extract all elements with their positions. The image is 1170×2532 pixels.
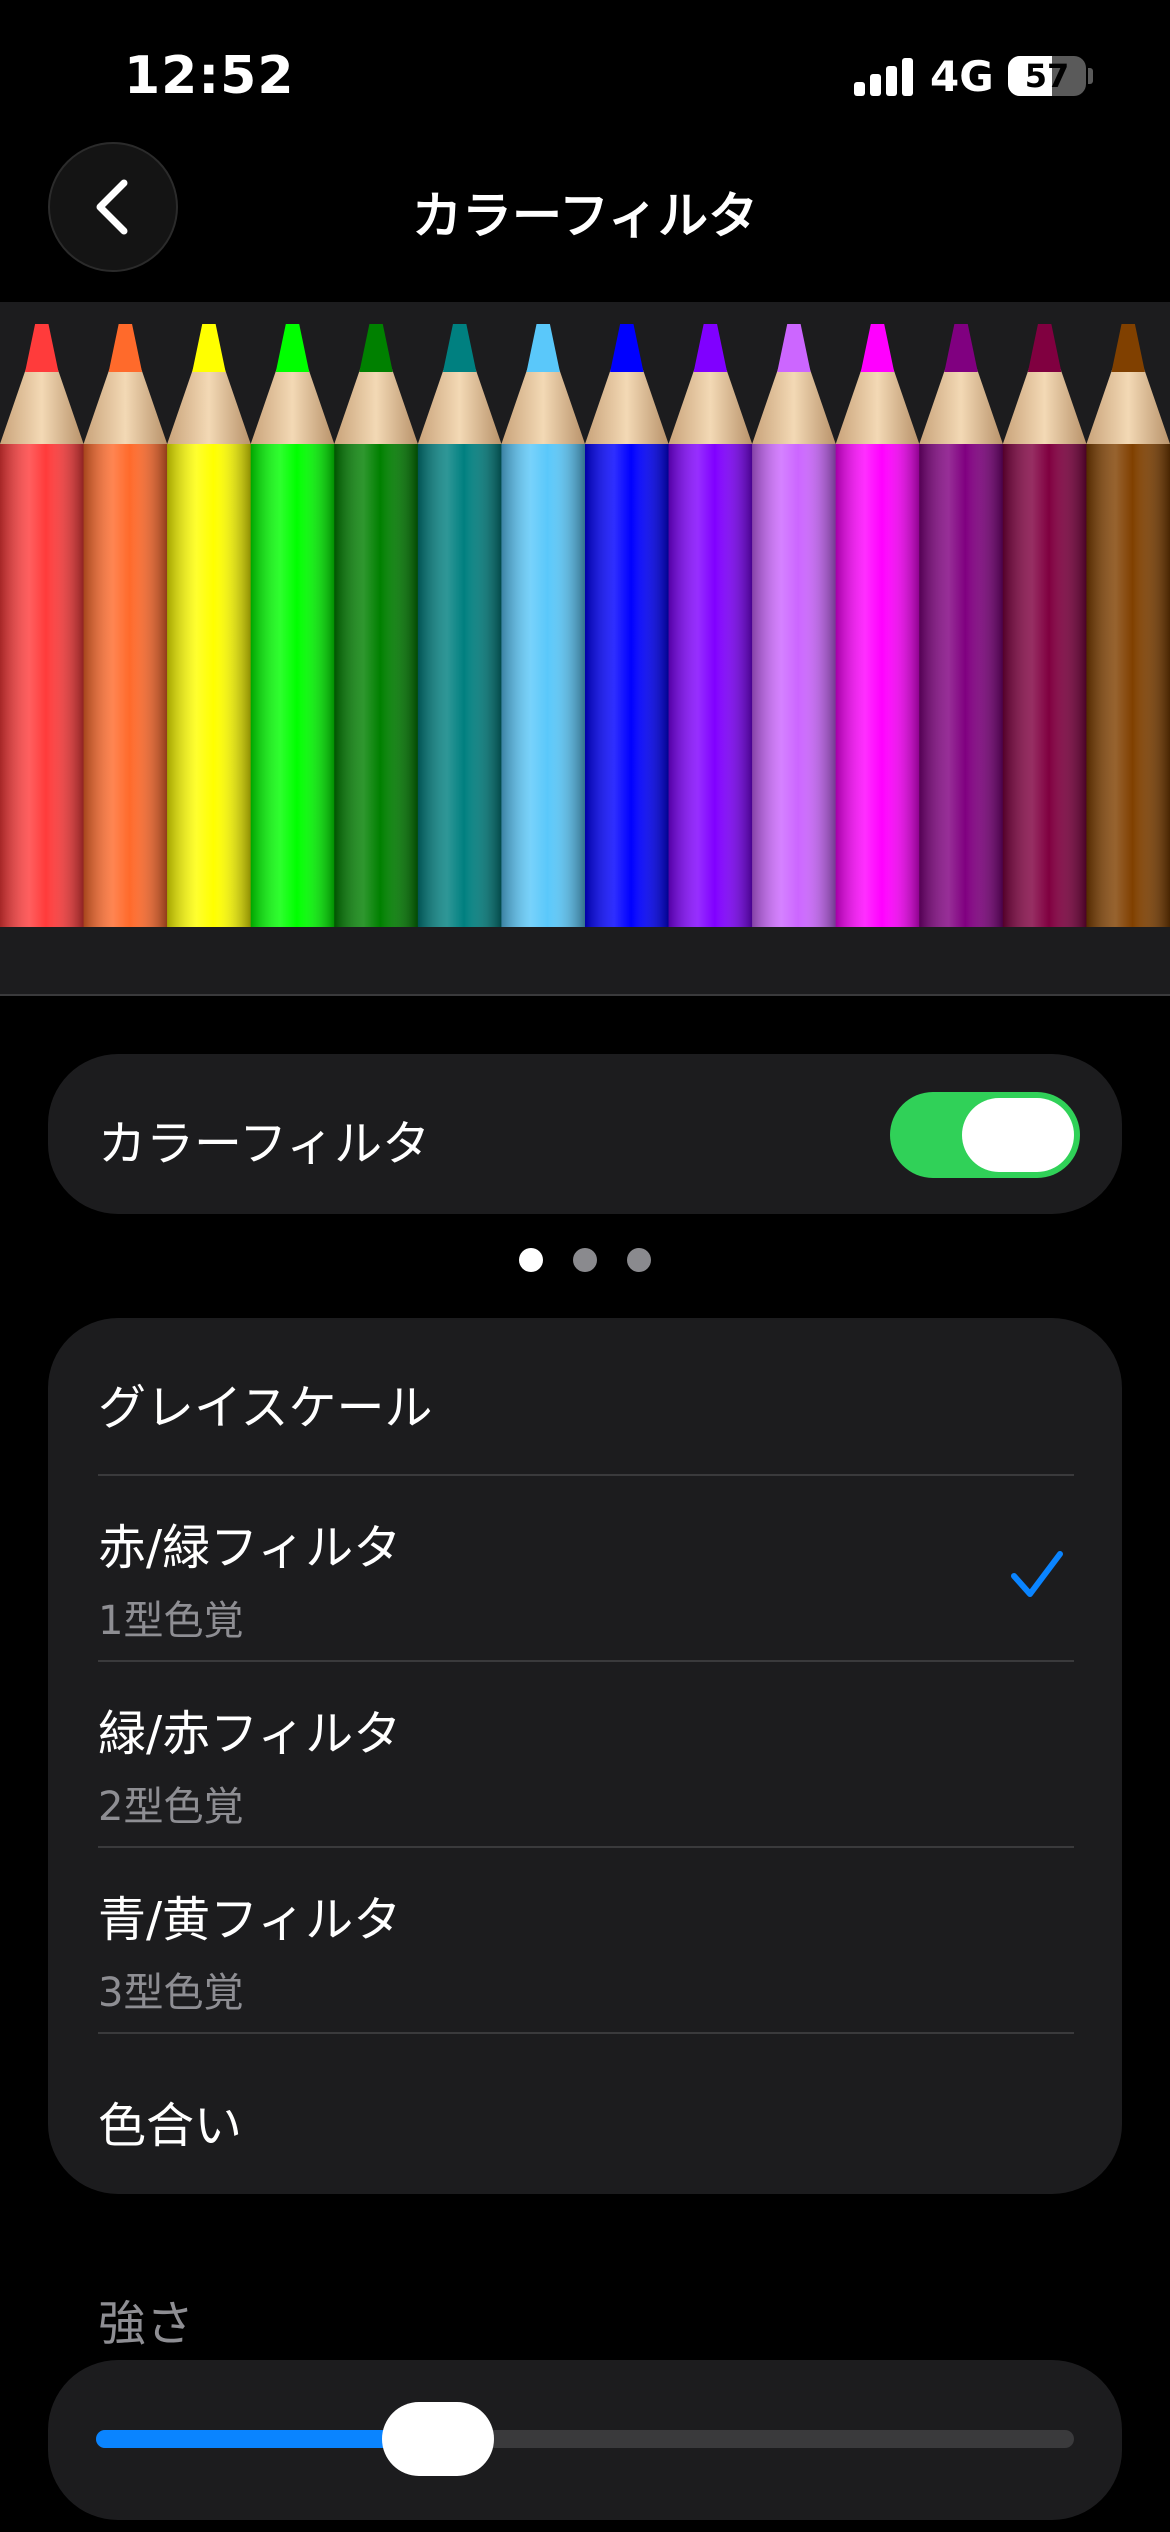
status-time: 12:52 — [124, 46, 295, 106]
filter-option-subtitle: 2型色覚 — [98, 1784, 244, 1830]
pencil — [1086, 324, 1170, 927]
switch-knob — [962, 1098, 1074, 1172]
pencil — [250, 324, 335, 927]
pencil — [167, 324, 252, 927]
filter-option-title: 緑/赤フィルタ — [98, 1706, 402, 1762]
page-title: カラーフィルタ — [412, 187, 758, 245]
divider — [0, 994, 1170, 996]
filter-options-list: グレイスケール 赤/緑フィルタ 1型色覚 緑/赤フィルタ 2型色覚 青/黄フィル… — [48, 1318, 1122, 2194]
filter-option-color-tint[interactable]: 色合い — [98, 2086, 1072, 2156]
status-bar: 12:52 4G 57 — [0, 0, 1170, 150]
pencil — [83, 324, 168, 927]
separator — [98, 1474, 1074, 1476]
filter-option-subtitle: 1型色覚 — [98, 1598, 244, 1644]
color-pencils-banner[interactable] — [0, 302, 1170, 1272]
pencil — [585, 324, 670, 927]
page-dot[interactable] — [519, 1248, 543, 1272]
separator — [98, 1846, 1074, 1848]
pencil — [417, 324, 502, 927]
separator — [98, 1660, 1074, 1662]
pencil — [0, 324, 85, 927]
page-dot[interactable] — [573, 1248, 597, 1272]
filter-option-green-red[interactable]: 緑/赤フィルタ 2型色覚 — [98, 1694, 1072, 1832]
intensity-slider-row — [48, 2360, 1122, 2520]
pencil — [1002, 324, 1087, 927]
checkmark-icon — [1011, 1551, 1063, 1597]
battery-tip — [1088, 68, 1093, 84]
color-filter-toggle-row: カラーフィルタ — [48, 1054, 1122, 1214]
intensity-section-label: 強さ — [98, 2296, 195, 2352]
pencil — [752, 324, 837, 927]
pencil — [501, 324, 586, 927]
separator — [98, 2032, 1074, 2034]
battery-icon: 57 — [1008, 56, 1086, 96]
filter-option-grayscale[interactable]: グレイスケール — [98, 1368, 1072, 1438]
pencil — [334, 324, 419, 927]
filter-option-subtitle: 3型色覚 — [98, 1970, 244, 2016]
network-type: 4G — [930, 52, 994, 101]
intensity-slider-thumb[interactable] — [382, 2402, 495, 2476]
color-filter-toggle-label: カラーフィルタ — [98, 1116, 431, 1172]
filter-option-title: 赤/緑フィルタ — [98, 1520, 402, 1576]
filter-option-title: 青/黄フィルタ — [98, 1892, 402, 1948]
color-filter-switch[interactable] — [890, 1092, 1080, 1178]
filter-option-title: グレイスケール — [98, 1380, 433, 1436]
pencil — [835, 324, 920, 927]
intensity-slider-track[interactable] — [96, 2430, 1074, 2448]
filter-option-blue-yellow[interactable]: 青/黄フィルタ 3型色覚 — [98, 1880, 1072, 2018]
color-pencils-image — [0, 324, 1170, 927]
battery-percent: 57 — [1024, 57, 1070, 95]
page-indicator[interactable] — [0, 1248, 1170, 1272]
page-dot[interactable] — [627, 1248, 651, 1272]
pencil — [668, 324, 753, 927]
cellular-signal-icon — [854, 56, 914, 96]
pencil — [919, 324, 1004, 927]
filter-option-title: 色合い — [98, 2098, 243, 2154]
filter-option-red-green[interactable]: 赤/緑フィルタ 1型色覚 — [98, 1508, 1072, 1646]
